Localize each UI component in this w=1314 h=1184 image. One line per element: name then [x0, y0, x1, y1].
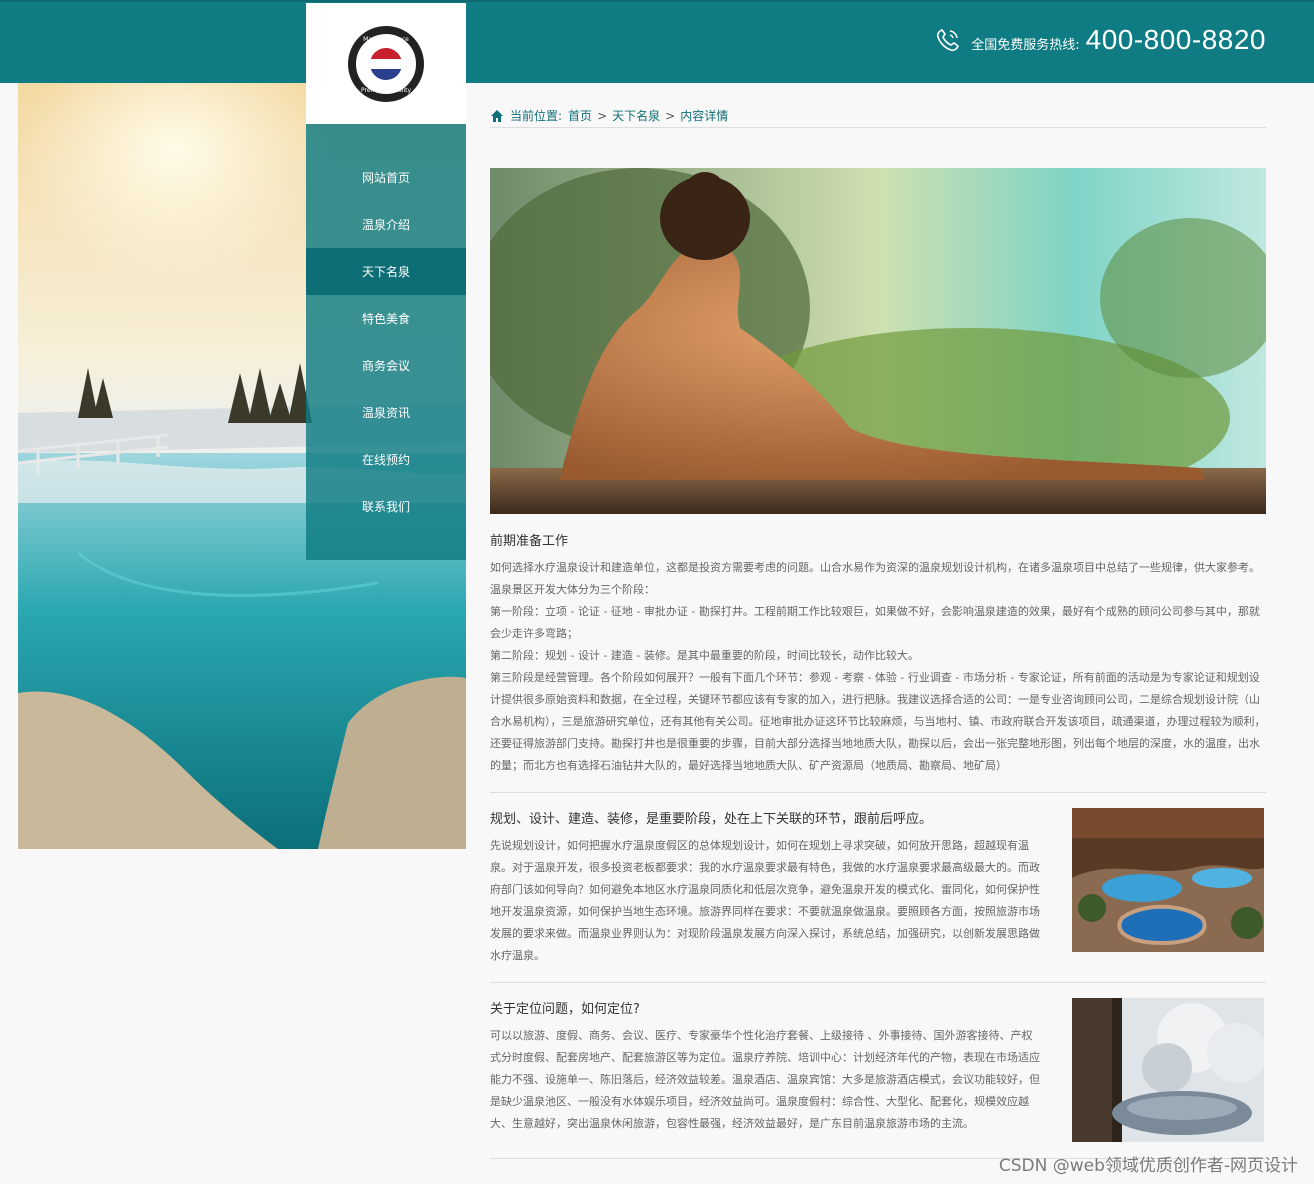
header-bar: 全国免费服务热线: 400-800-8820: [0, 0, 1314, 83]
breadcrumb-current: 内容详情: [680, 109, 729, 123]
breadcrumb-separator: >: [665, 108, 676, 123]
paragraph: 第一阶段：立项 - 论证 - 征地 - 审批办证 - 勘探打井。工程前期工作比较…: [490, 605, 1260, 640]
thumbnail-indoor-spring-pools: [1072, 808, 1264, 952]
home-icon: [491, 109, 503, 122]
nav-item-famous-springs[interactable]: 天下名泉: [306, 248, 466, 295]
nav-item-contact[interactable]: 联系我们: [306, 483, 466, 530]
section-title: 关于定位问题，如何定位?: [490, 1002, 640, 1017]
hero-image-woman-in-infinity-pool: [490, 168, 1266, 514]
nav-item-booking[interactable]: 在线预约: [306, 436, 466, 483]
paragraph: 如何选择水疗温泉设计和建造单位，这都是投资方需要考虑的问题。山合水易作为资深的温…: [490, 561, 1260, 596]
breadcrumb-prefix: 当前位置:: [510, 109, 563, 123]
nav-item-food[interactable]: 特色美食: [306, 295, 466, 342]
section-title: 规划、设计、建造、装修，是重要阶段，处在上下关联的环节，跟前后呼应。: [490, 812, 933, 827]
nav-item-intro[interactable]: 温泉介绍: [306, 201, 466, 248]
hotline: 全国免费服务热线: 400-800-8820: [933, 24, 1266, 56]
watermark: CSDN @web领域优质创作者-网页设计: [998, 1156, 1298, 1176]
divider: [490, 982, 1266, 983]
hotline-number[interactable]: 400-800-8820: [1086, 24, 1266, 56]
breadcrumb-separator: >: [597, 108, 608, 123]
logo-text-top: Made In France: [363, 36, 409, 43]
thumbnail-snowy-outdoor-spring: [1072, 998, 1264, 1142]
phone-icon: [937, 29, 960, 52]
logo-text-bottom: Premium Quality: [361, 87, 411, 94]
nav-item-meetings[interactable]: 商务会议: [306, 342, 466, 389]
nav-item-news[interactable]: 温泉资讯: [306, 389, 466, 436]
divider: [490, 792, 1266, 793]
nav-item-home[interactable]: 网站首页: [306, 154, 466, 201]
paragraph: 先说规划设计，如何把握水疗温泉度假区的总体规划设计，如何在规划上寻求突破，如何放…: [490, 839, 1040, 962]
paragraph: 第三阶段是经营管理。各个阶段如何展开？一般有下面几个环节：参观 - 考察 - 体…: [490, 671, 1266, 772]
breadcrumb-home-link[interactable]: 首页: [568, 107, 592, 124]
breadcrumb-section-link[interactable]: 天下名泉: [612, 107, 660, 124]
paragraph: 可以以旅游、度假、商务、会议、医疗、专家豪华个性化治疗套餐、上级接待 、外事接待…: [490, 1029, 1040, 1130]
section-title: 前期准备工作: [490, 534, 569, 549]
logo[interactable]: Made In France Premium Quality: [306, 3, 466, 124]
breadcrumb: 当前位置: 首页 > 天下名泉 > 内容详情: [490, 104, 1266, 128]
main-nav: 网站首页 温泉介绍 天下名泉 特色美食 商务会议 温泉资讯 在线预约 联系我们: [306, 124, 466, 560]
paragraph: 第二阶段：规划 - 设计 - 建造 - 装修。是其中最重要的阶段，时间比较长，动…: [490, 649, 919, 662]
made-in-france-badge-icon: Made In France Premium Quality: [348, 25, 424, 102]
hotline-label: 全国免费服务热线:: [971, 37, 1080, 53]
article-section-preparation: 前期准备工作 如何选择水疗温泉设计和建造单位，这都是投资方需要考虑的问题。山合水…: [490, 530, 1266, 777]
